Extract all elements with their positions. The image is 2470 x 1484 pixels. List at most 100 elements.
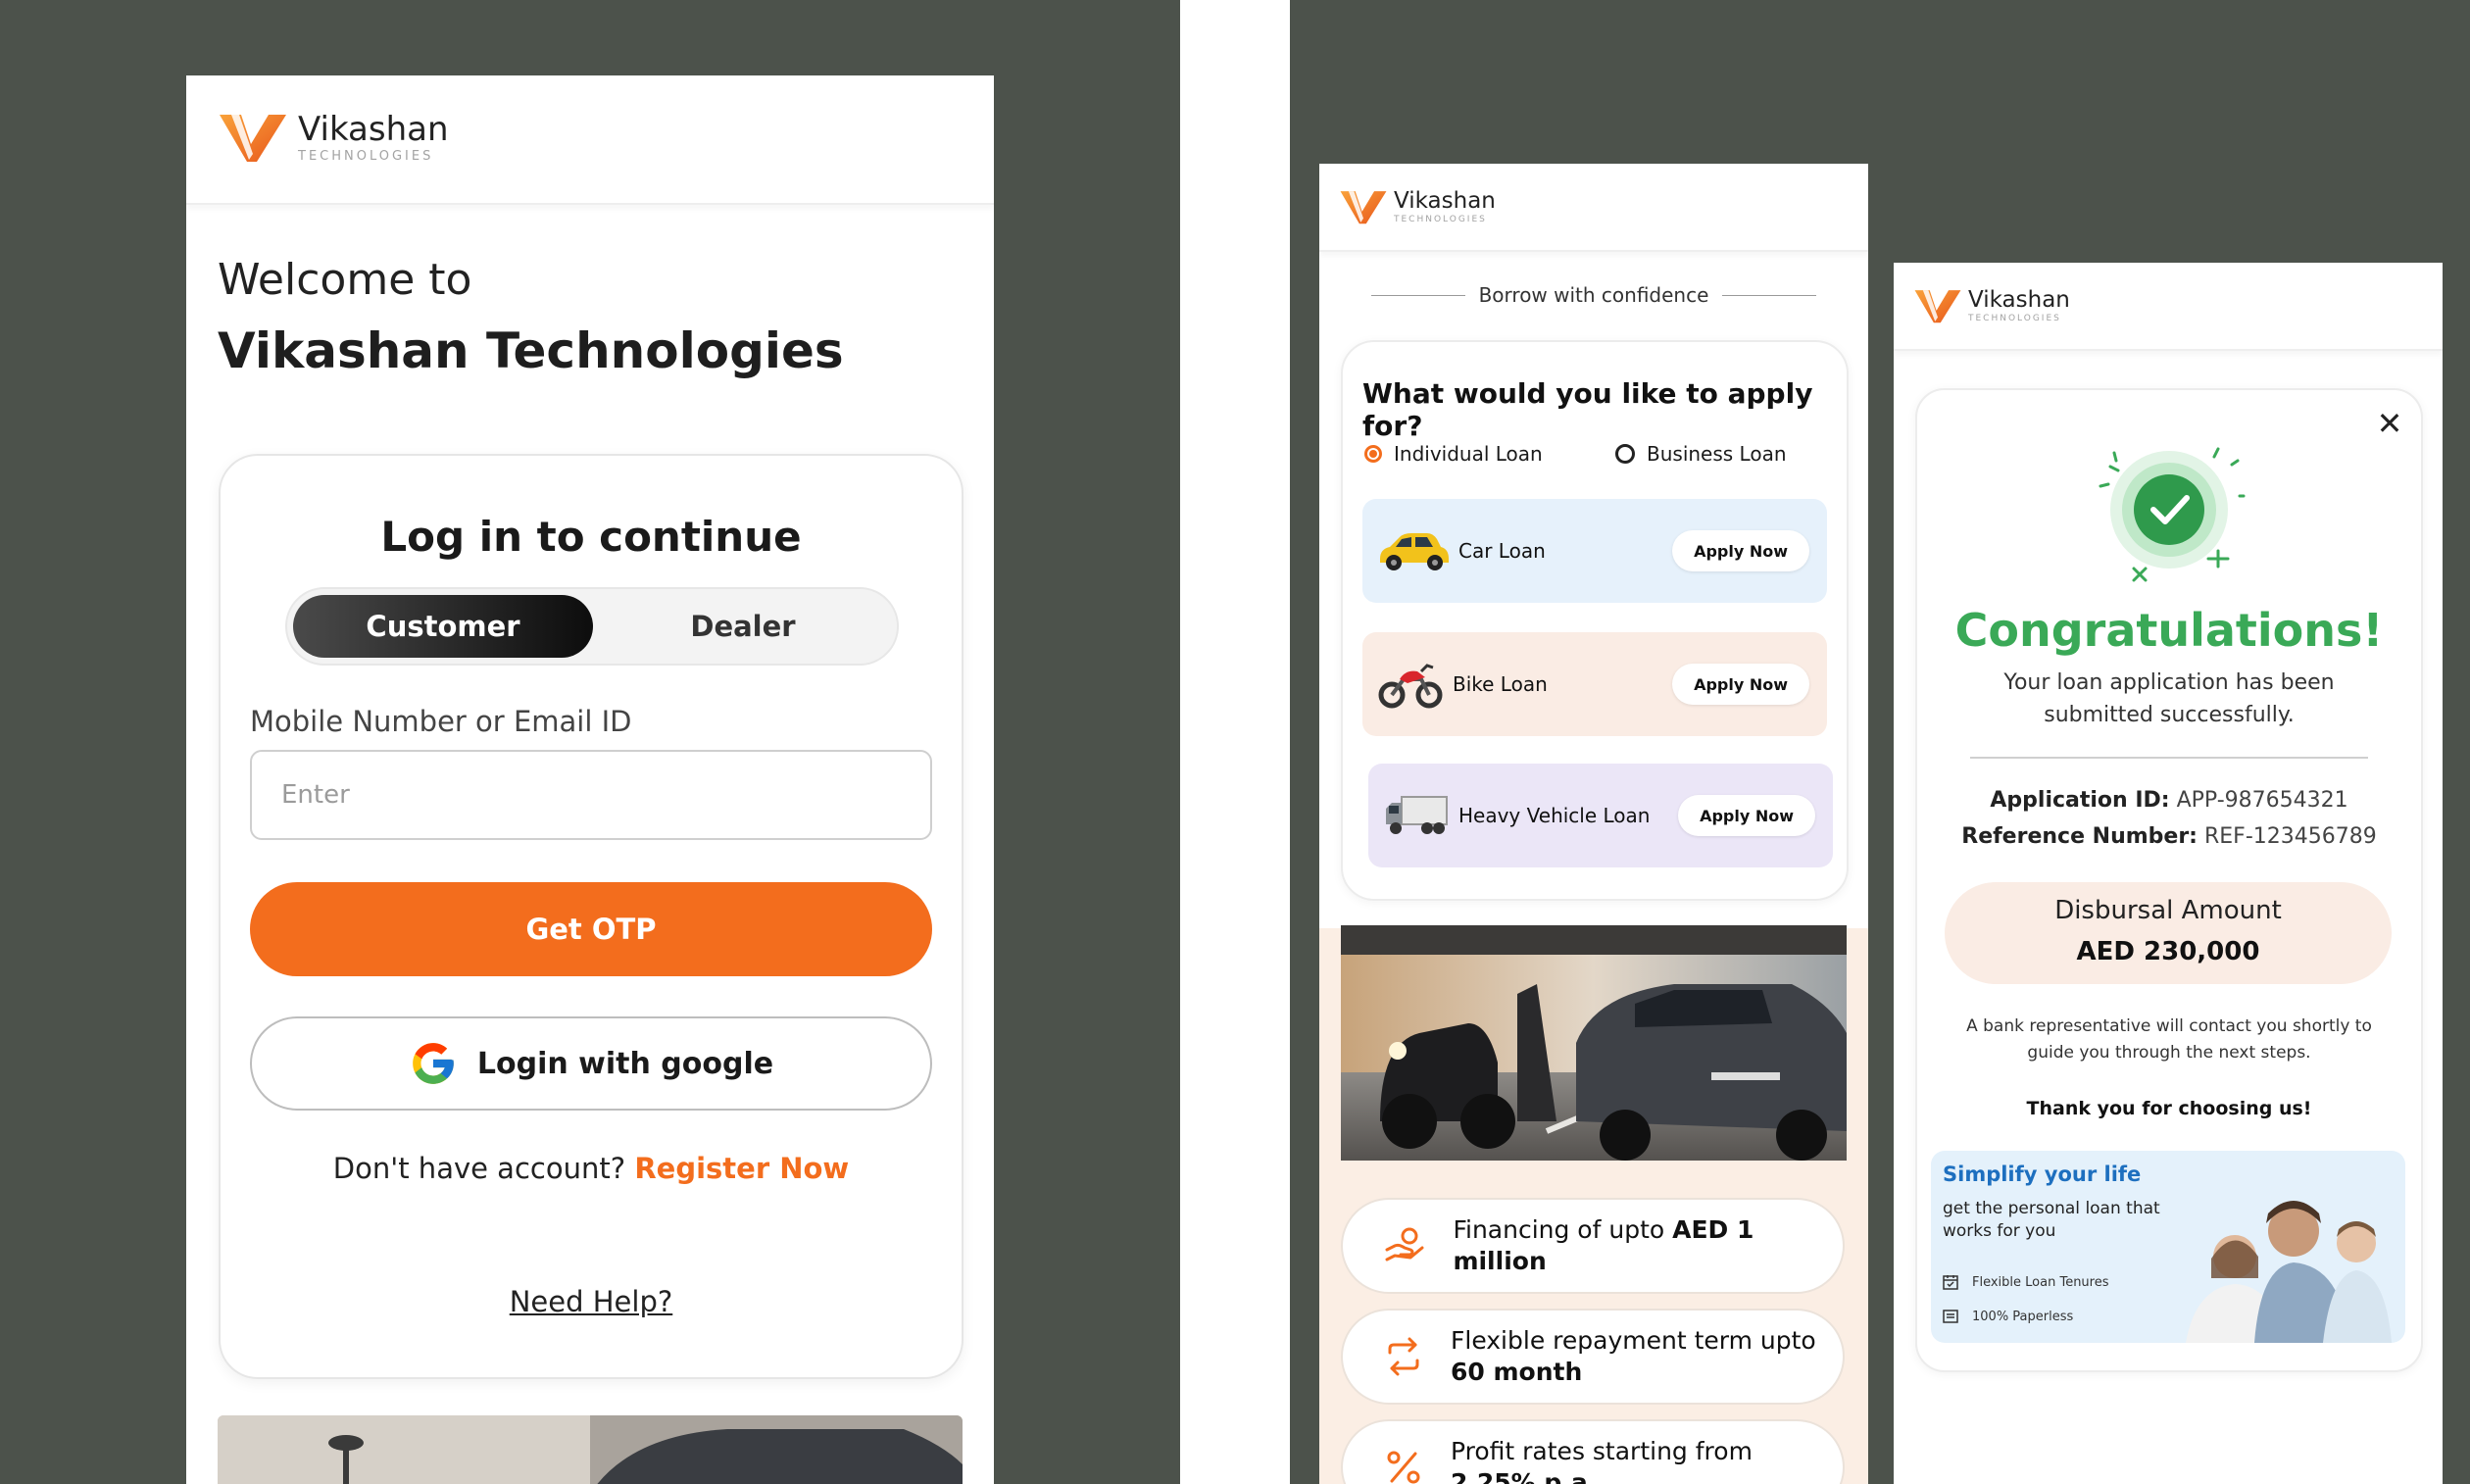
submission-message: Your loan application has been submitted… <box>2003 670 2335 727</box>
loan-type-card: What would you like to apply for? Indivi… <box>1341 340 1849 901</box>
mobile-email-input[interactable] <box>250 750 932 840</box>
loan-question: What would you like to apply for? <box>1362 377 1813 442</box>
app-header: Vikashan TECHNOLOGIES <box>1894 263 2443 351</box>
feature-highlight: 2.25% p.a. <box>1451 1468 1598 1484</box>
logo-mark-icon <box>220 115 286 162</box>
congrats-title: Congratulations! <box>1954 604 2384 657</box>
field-label: Mobile Number or Email ID <box>250 705 632 738</box>
representative-note: A bank representative will contact you s… <box>1966 1016 2372 1064</box>
user-type-toggle: Customer Dealer <box>285 587 899 666</box>
individual-loan-radio[interactable]: Individual Loan <box>1364 442 1543 466</box>
loan-label: Car Loan <box>1458 539 1546 563</box>
tagline-rule-left <box>1370 294 1465 296</box>
panel-divider <box>1180 0 1290 1484</box>
application-id-row: Application ID: APP-987654321 <box>1917 788 2421 813</box>
no-account-text: Don't have account? <box>332 1152 626 1185</box>
radio-label: Business Loan <box>1647 442 1787 466</box>
customer-tab[interactable]: Customer <box>293 595 593 658</box>
brand-sub: TECHNOLOGIES <box>1394 214 1487 224</box>
brand-logo[interactable]: Vikashan TECHNOLOGIES <box>1913 286 2070 325</box>
promo-item-label: Flexible Loan Tenures <box>1972 1274 2109 1290</box>
promo-subtitle: get the personal loan that works for you <box>1943 1199 2160 1241</box>
feature-text: Flexible repayment term upto <box>1451 1325 1816 1355</box>
promo-title: Simplify your life <box>1943 1162 2142 1186</box>
close-icon[interactable]: ✕ <box>2372 405 2407 442</box>
tagline: Borrow with confidence <box>1319 283 1868 307</box>
family-photo <box>2186 1201 2392 1343</box>
document-icon <box>1943 1310 1958 1323</box>
apply-screen: Vikashan TECHNOLOGIES Borrow with confid… <box>1319 164 1868 1484</box>
vehicles-photo <box>1341 925 1847 1161</box>
car-icon <box>1374 521 1453 580</box>
success-screen: Vikashan TECHNOLOGIES ✕ Congratulations!… <box>1894 263 2443 1484</box>
percent-icon <box>1382 1444 1425 1484</box>
bike-loan-option[interactable]: Bike Loan Apply Now <box>1362 632 1827 736</box>
loan-label: Heavy Vehicle Loan <box>1458 804 1651 827</box>
heavy-vehicle-loan-option[interactable]: Heavy Vehicle Loan Apply Now <box>1368 764 1833 867</box>
get-otp-button[interactable]: Get OTP <box>250 882 932 976</box>
application-id-label: Application ID: <box>1990 788 2170 813</box>
tagline-rule-right <box>1722 294 1817 296</box>
apply-now-button[interactable]: Apply Now <box>1672 530 1809 571</box>
login-card: Log in to continue Customer Dealer Mobil… <box>219 454 963 1379</box>
promo-item: Flexible Loan Tenures <box>1943 1274 2109 1290</box>
brand-name: Vikashan <box>298 109 449 149</box>
promo-item: 100% Paperless <box>1943 1309 2073 1324</box>
welcome-text: Welcome to <box>218 255 472 305</box>
car-loan-option[interactable]: Car Loan Apply Now <box>1362 499 1827 603</box>
logo-mark-icon <box>1914 290 1961 323</box>
calendar-icon <box>1943 1275 1958 1290</box>
disbursal-label: Disbursal Amount <box>2054 896 2282 925</box>
business-loan-radio[interactable]: Business Loan <box>1615 442 1787 466</box>
login-title: Log in to continue <box>380 513 802 561</box>
reference-number-label: Reference Number: <box>1961 824 2198 849</box>
logo-mark-icon <box>1340 191 1387 224</box>
promo-item-label: 100% Paperless <box>1972 1309 2074 1324</box>
application-id-value: APP-987654321 <box>2176 788 2348 813</box>
brand-name: Vikashan <box>1968 286 2070 313</box>
google-login-button[interactable]: Login with google <box>250 1016 932 1111</box>
need-help-link[interactable]: Need Help? <box>221 1285 962 1318</box>
register-link[interactable]: Register Now <box>634 1152 849 1185</box>
radio-selected-icon <box>1364 445 1382 463</box>
apply-now-button[interactable]: Apply Now <box>1678 795 1815 836</box>
promo-banner[interactable]: Simplify your life get the personal loan… <box>1931 1151 2405 1343</box>
google-icon <box>413 1043 454 1084</box>
reference-number-row: Reference Number: REF-123456789 <box>1917 824 2421 849</box>
tagline-text: Borrow with confidence <box>1478 283 1709 307</box>
truck-icon <box>1380 786 1453 845</box>
vehicles-photo-art <box>1341 925 1847 1161</box>
reference-number-value: REF-123456789 <box>2203 824 2377 849</box>
thank-you-text: Thank you for choosing us! <box>2026 1098 2312 1119</box>
company-name: Vikashan Technologies <box>218 322 844 379</box>
disbursal-amount: AED 230,000 <box>2076 937 2260 966</box>
feature-highlight: 60 month <box>1451 1358 1583 1386</box>
car-photo <box>218 1415 963 1484</box>
divider <box>1970 757 2368 759</box>
brand-name: Vikashan <box>1394 187 1496 214</box>
success-card: ✕ Congratulations! Your loan application… <box>1915 388 2423 1372</box>
car-photo-art <box>218 1415 963 1484</box>
app-header: Vikashan TECHNOLOGIES <box>186 75 994 205</box>
radio-label: Individual Loan <box>1394 442 1543 466</box>
apply-now-button[interactable]: Apply Now <box>1672 664 1809 705</box>
repeat-icon <box>1382 1333 1425 1380</box>
motorbike-icon <box>1374 655 1447 714</box>
login-screen: Vikashan TECHNOLOGIES Welcome to Vikasha… <box>186 75 994 1484</box>
disbursal-box: Disbursal Amount AED 230,000 <box>1945 882 2392 984</box>
feature-text: Profit rates starting from <box>1451 1436 1753 1465</box>
google-login-label: Login with google <box>476 1046 774 1081</box>
feature-profit-rate: Profit rates starting from 2.25% p.a. <box>1341 1419 1845 1484</box>
brand-sub: TECHNOLOGIES <box>298 148 434 164</box>
register-prompt: Don't have account? Register Now <box>221 1152 962 1185</box>
success-check-icon <box>2099 447 2246 582</box>
dealer-tab[interactable]: Dealer <box>593 595 893 658</box>
feature-text: Financing of upto <box>1453 1214 1673 1244</box>
brand-logo[interactable]: Vikashan TECHNOLOGIES <box>1339 187 1496 226</box>
app-header: Vikashan TECHNOLOGIES <box>1319 164 1868 252</box>
brand-logo[interactable]: Vikashan TECHNOLOGIES <box>218 109 449 166</box>
hand-coin-icon <box>1382 1222 1427 1269</box>
feature-financing: Financing of upto AED 1 million <box>1341 1198 1845 1294</box>
loan-label: Bike Loan <box>1453 672 1548 696</box>
brand-sub: TECHNOLOGIES <box>1968 313 2061 323</box>
